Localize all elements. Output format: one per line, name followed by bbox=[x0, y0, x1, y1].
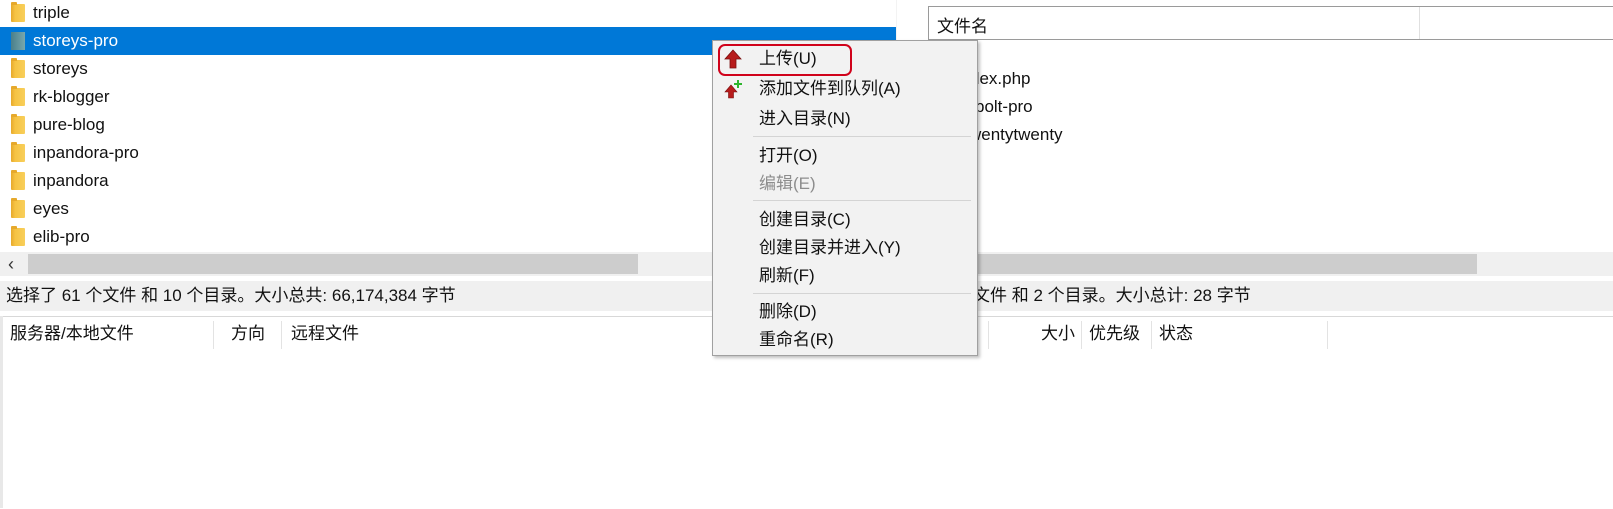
queue-column-remote-file[interactable]: 远程文件 bbox=[291, 317, 359, 351]
column-divider bbox=[1327, 321, 1328, 349]
column-divider bbox=[1081, 321, 1082, 349]
list-item[interactable]: triple bbox=[0, 0, 896, 27]
menu-separator bbox=[753, 293, 971, 294]
folder-name: elib-pro bbox=[33, 227, 90, 246]
menu-item-label: 编辑(E) bbox=[759, 174, 816, 193]
menu-item-delete[interactable]: 删除(D) bbox=[713, 298, 977, 326]
folder-icon bbox=[11, 114, 25, 134]
menu-item-label: 上传(U) bbox=[759, 49, 817, 68]
folder-icon bbox=[11, 198, 25, 218]
menu-item-upload[interactable]: 上传(U) bbox=[713, 45, 977, 73]
scrollbar-thumb[interactable] bbox=[897, 254, 1477, 274]
column-divider bbox=[213, 321, 214, 349]
folder-icon bbox=[11, 2, 25, 22]
column-header-filename[interactable]: 文件名 bbox=[937, 12, 988, 37]
menu-item-label: 创建目录并进入(Y) bbox=[759, 238, 901, 257]
chevron-left-icon[interactable]: ‹ bbox=[8, 252, 14, 276]
menu-item-label: 重命名(R) bbox=[759, 330, 834, 349]
remote-list-header: 文件名 bbox=[928, 6, 1613, 40]
menu-separator bbox=[753, 200, 971, 201]
menu-separator bbox=[753, 136, 971, 137]
remote-file-item[interactable]: wentytwenty bbox=[969, 125, 1063, 145]
remote-status-bar: 文件 和 2 个目录。大小总计: 28 字节 bbox=[897, 281, 1613, 311]
menu-item-label: 创建目录(C) bbox=[759, 210, 851, 229]
menu-item-edit: 编辑(E) bbox=[713, 170, 977, 198]
folder-icon bbox=[11, 142, 25, 162]
menu-item-refresh[interactable]: 刷新(F) bbox=[713, 262, 977, 290]
remote-file-item[interactable]: dex.php bbox=[970, 69, 1031, 89]
folder-name: eyes bbox=[33, 199, 69, 218]
add-to-queue-icon bbox=[724, 80, 742, 99]
folder-icon bbox=[11, 226, 25, 246]
remote-file-item[interactable]: bolt-pro bbox=[975, 97, 1033, 117]
queue-column-size[interactable]: 大小 bbox=[1041, 317, 1075, 351]
folder-name: inpandora-pro bbox=[33, 143, 139, 162]
folder-name: rk-blogger bbox=[33, 87, 110, 106]
menu-item-label: 添加文件到队列(A) bbox=[759, 79, 901, 98]
menu-item-rename[interactable]: 重命名(R) bbox=[713, 326, 977, 354]
folder-name: inpandora bbox=[33, 171, 109, 190]
column-divider bbox=[281, 321, 282, 349]
folder-name: pure-blog bbox=[33, 115, 105, 134]
folder-name: storeys-pro bbox=[33, 31, 119, 50]
folder-name: storeys bbox=[33, 59, 88, 78]
column-divider bbox=[1151, 321, 1152, 349]
remote-status-text: 文件 和 2 个目录。大小总计: 28 字节 bbox=[973, 286, 1251, 305]
menu-item-create-and-enter-directory[interactable]: 创建目录并进入(Y) bbox=[713, 234, 977, 262]
folder-icon bbox=[11, 58, 25, 78]
upload-arrow-icon bbox=[724, 49, 742, 69]
menu-item-label: 进入目录(N) bbox=[759, 109, 851, 128]
context-menu[interactable]: 上传(U) 添加文件到队列(A) 进入目录(N) 打开(O) 编辑(E) 创建目… bbox=[712, 40, 978, 356]
folder-icon bbox=[11, 170, 25, 190]
queue-column-server-local[interactable]: 服务器/本地文件 bbox=[10, 317, 134, 351]
menu-item-create-directory[interactable]: 创建目录(C) bbox=[713, 206, 977, 234]
menu-item-enter-directory[interactable]: 进入目录(N) bbox=[713, 105, 977, 133]
queue-left-border bbox=[0, 316, 3, 508]
folder-name: triple bbox=[33, 3, 70, 22]
folder-icon bbox=[11, 32, 25, 50]
menu-item-add-to-queue[interactable]: 添加文件到队列(A) bbox=[713, 75, 977, 103]
queue-column-status[interactable]: 状态 bbox=[1159, 317, 1193, 351]
scrollbar-thumb[interactable] bbox=[28, 254, 638, 274]
local-status-text: 选择了 61 个文件 和 10 个目录。大小总共: 66,174,384 字节 bbox=[6, 286, 456, 305]
folder-icon bbox=[11, 86, 25, 106]
menu-item-open[interactable]: 打开(O) bbox=[713, 142, 977, 170]
menu-item-label: 刷新(F) bbox=[759, 266, 815, 285]
queue-column-direction[interactable]: 方向 bbox=[231, 317, 265, 351]
menu-item-label: 打开(O) bbox=[759, 146, 818, 165]
remote-horizontal-scrollbar[interactable] bbox=[897, 252, 1613, 276]
column-divider bbox=[988, 321, 989, 349]
column-divider bbox=[1419, 7, 1420, 39]
queue-column-priority[interactable]: 优先级 bbox=[1089, 317, 1140, 351]
menu-item-label: 删除(D) bbox=[759, 302, 817, 321]
